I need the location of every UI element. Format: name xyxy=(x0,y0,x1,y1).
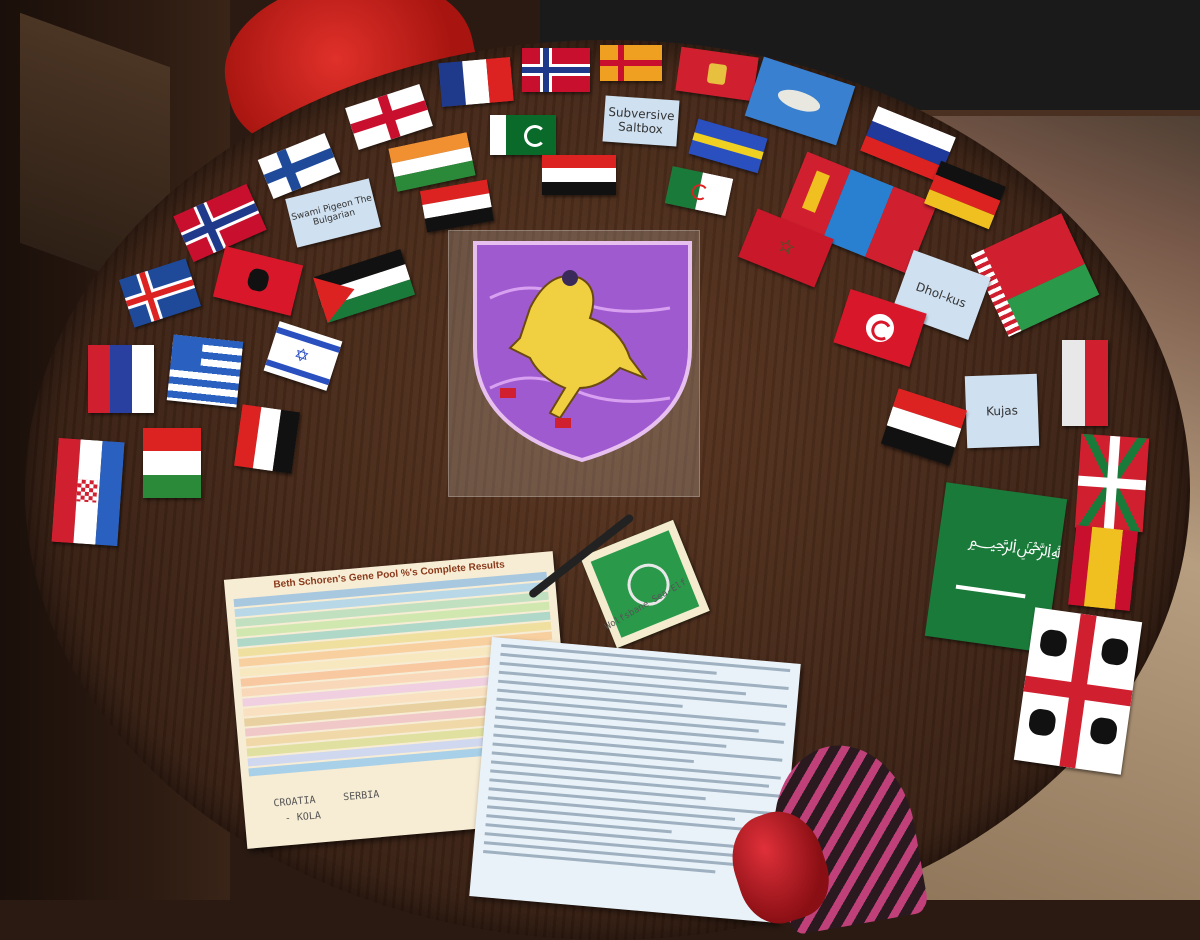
photo-scene: Subversive Saltbox Swami Pigeon The Bulg… xyxy=(0,0,1200,940)
flag-greece xyxy=(166,334,244,408)
note-subversive-saltbox: Subversive Saltbox xyxy=(602,95,680,147)
handwritten-croatia: CROATIA xyxy=(273,794,317,810)
note-kujas: Kujas xyxy=(964,373,1040,449)
flag-spain xyxy=(1067,524,1139,612)
flag-orange-cross xyxy=(600,45,662,81)
flag-poland xyxy=(1062,340,1108,426)
flag-hungary xyxy=(143,428,201,498)
flag-basque xyxy=(1074,433,1150,533)
handwritten-serbia: SERBIA xyxy=(342,789,380,804)
flag-egypt xyxy=(542,155,616,195)
flag-norway xyxy=(522,48,590,92)
flag-france xyxy=(438,56,514,108)
flag-georgia-pirates xyxy=(1013,607,1143,775)
flag-serbia xyxy=(88,345,154,413)
flag-yemen xyxy=(233,404,301,474)
flag-pakistan xyxy=(490,115,556,155)
handwritten-kola: - KOLA xyxy=(284,810,322,825)
coat-of-arms-shield xyxy=(473,241,692,463)
flag-croatia xyxy=(51,437,125,547)
